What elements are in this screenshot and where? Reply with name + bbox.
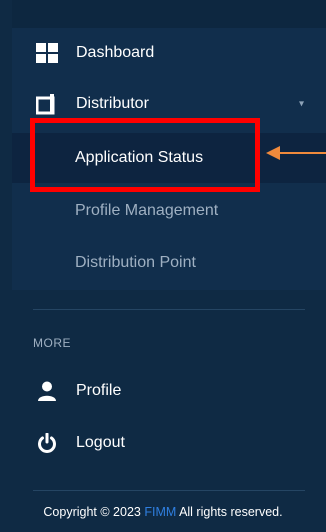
sidebar-item-profile[interactable]: Profile: [12, 369, 312, 413]
submenu-item-label: Profile Management: [75, 202, 219, 219]
copyright-footer: Copyright © 2023 FIMM All rights reserve…: [0, 505, 326, 519]
submenu-item-label: Distribution Point: [75, 254, 196, 271]
sidebar-item-label: Dashboard: [76, 44, 155, 61]
sidebar-item-label: Distributor: [76, 95, 149, 112]
annotation-arrow-line: [280, 152, 326, 154]
footer-divider: [33, 490, 305, 491]
sidebar-item-label: Logout: [76, 434, 125, 451]
power-icon: [36, 432, 58, 454]
submenu-item-label: Application Status: [75, 149, 204, 166]
user-icon: [36, 380, 58, 402]
sidebar-item-logout[interactable]: Logout: [12, 421, 312, 465]
annotation-arrow-head: [266, 146, 280, 160]
more-heading: MORE: [33, 336, 71, 350]
sidebar-item-label: Profile: [76, 382, 122, 399]
sidebar-top-strip: [12, 0, 326, 28]
sidebar: Dashboard Distributor ▾ Application Stat…: [0, 0, 326, 532]
dashboard-grid-icon: [36, 42, 58, 64]
submenu-item-profile-management[interactable]: Profile Management: [12, 186, 326, 236]
sidebar-item-dashboard[interactable]: Dashboard: [12, 31, 312, 75]
submenu-item-distribution-point[interactable]: Distribution Point: [12, 238, 326, 288]
menu-divider: [33, 309, 305, 310]
chevron-down-icon[interactable]: ▾: [299, 99, 304, 110]
copyright-prefix: Copyright © 2023: [43, 505, 145, 519]
brand-link[interactable]: FIMM: [144, 505, 176, 519]
sidebar-item-distributor[interactable]: Distributor ▾: [12, 82, 312, 126]
copyright-suffix: All rights reserved.: [176, 505, 283, 519]
distributor-icon: [36, 93, 58, 115]
